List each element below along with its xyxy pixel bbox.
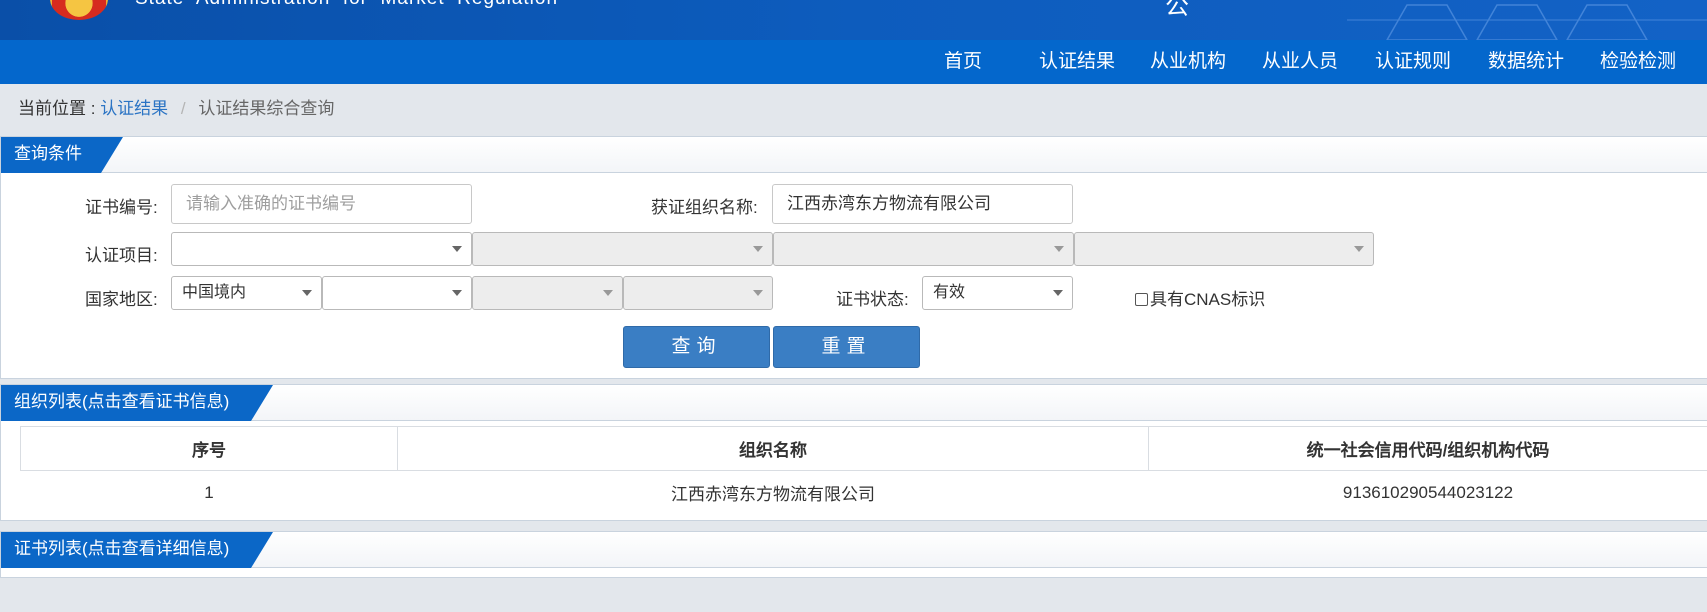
national-emblem-icon [50,0,108,20]
cert-panel-title: 证书列表(点击查看详细信息) [1,532,273,568]
breadcrumb-link-results[interactable]: 认证结果 [100,99,168,118]
org-name-label: 获证组织名称: [651,198,758,217]
nav-statistics[interactable]: 数据统计 [1488,40,1564,84]
region-select-city[interactable] [472,276,623,310]
query-panel: 查询条件 证书编号: 请输入准确的证书编号 获证组织名称: 江西赤湾东方物流有限… [0,136,1707,379]
col-header-credit-code: 统一社会信用代码/组织机构代码 [1148,426,1707,471]
status-label: 证书状态: [836,290,909,309]
site-english-name: State Administration for Market Regulati… [135,0,558,10]
nav-cert-rules[interactable]: 认证规则 [1375,40,1451,84]
query-panel-title: 查询条件 [1,137,123,173]
header-decoration-icon [1347,4,1707,40]
status-select-value: 有效 [933,284,966,301]
project-select-2[interactable] [472,232,773,266]
region-label: 国家地区: [85,290,158,309]
query-panel-header: 查询条件 [1,137,1707,173]
cell-index: 1 [204,482,214,502]
cnas-checkbox[interactable]: 具有CNAS标识 [1135,285,1265,310]
site-title-fragment: 公 [1165,0,1189,20]
project-select-1[interactable] [171,232,472,266]
col-header-org-name: 组织名称 [397,426,1149,471]
region-select-country[interactable]: 中国境内 [171,276,322,310]
cell-credit-code: 913610290544023122 [1342,482,1514,502]
org-name-input[interactable]: 江西赤湾东方物流有限公司 [772,184,1073,224]
project-select-3[interactable] [773,232,1074,266]
cert-no-input[interactable]: 请输入准确的证书编号 [171,184,472,224]
search-button[interactable]: 查询 [623,326,770,368]
breadcrumb-current: 认证结果综合查询 [198,99,335,118]
chevron-down-icon [452,290,462,296]
cert-list-panel: 证书列表(点击查看详细信息) [0,531,1707,578]
reset-button[interactable]: 重置 [773,326,920,368]
chevron-down-icon [452,246,462,252]
chevron-down-icon [1054,246,1064,252]
cert-panel-header: 证书列表(点击查看详细信息) [1,532,1707,568]
cert-no-label: 证书编号: [85,198,158,217]
nav-home[interactable]: 首页 [944,40,982,84]
project-label: 认证项目: [85,246,158,265]
table-row[interactable]: 1 江西赤湾东方物流有限公司 913610290544023122 [21,471,1707,515]
checkbox-icon[interactable] [1135,293,1148,306]
table-header-row: 序号 组织名称 统一社会信用代码/组织机构代码 [20,426,1707,471]
region-select-value: 中国境内 [182,284,247,301]
project-select-4[interactable] [1074,232,1374,266]
cnas-label: 具有CNAS标识 [1150,290,1266,309]
chevron-down-icon [1053,290,1063,296]
nav-cert-results[interactable]: 认证结果 [1039,40,1115,84]
site-header: State Administration for Market Regulati… [0,0,1707,40]
region-select-district[interactable] [623,276,773,310]
chevron-down-icon [753,246,763,252]
chevron-down-icon [1354,246,1364,252]
chevron-down-icon [603,290,613,296]
breadcrumb: 当前位置 : 认证结果 / 认证结果综合查询 [18,94,334,119]
chevron-down-icon [302,290,312,296]
org-table: 序号 组织名称 统一社会信用代码/组织机构代码 1 江西赤湾东方物流有限公司 9… [20,426,1707,515]
chevron-down-icon [753,290,763,296]
nav-inspection[interactable]: 检验检测 [1600,40,1676,84]
nav-institutions[interactable]: 从业机构 [1150,40,1226,84]
org-list-panel: 组织列表(点击查看证书信息) 序号 组织名称 统一社会信用代码/组织机构代码 1… [0,384,1707,521]
col-header-index: 序号 [20,426,398,471]
breadcrumb-separator: / [180,99,186,118]
breadcrumb-prefix: 当前位置 : [18,99,96,118]
region-select-province[interactable] [322,276,472,310]
status-select[interactable]: 有效 [922,276,1073,310]
nav-practitioners[interactable]: 从业人员 [1262,40,1338,84]
cell-org-name[interactable]: 江西赤湾东方物流有限公司 [398,471,1149,515]
org-panel-header: 组织列表(点击查看证书信息) [1,385,1707,421]
main-nav: 首页 认证结果 从业机构 从业人员 认证规则 数据统计 检验检测 [0,40,1707,84]
org-panel-title: 组织列表(点击查看证书信息) [1,385,273,421]
